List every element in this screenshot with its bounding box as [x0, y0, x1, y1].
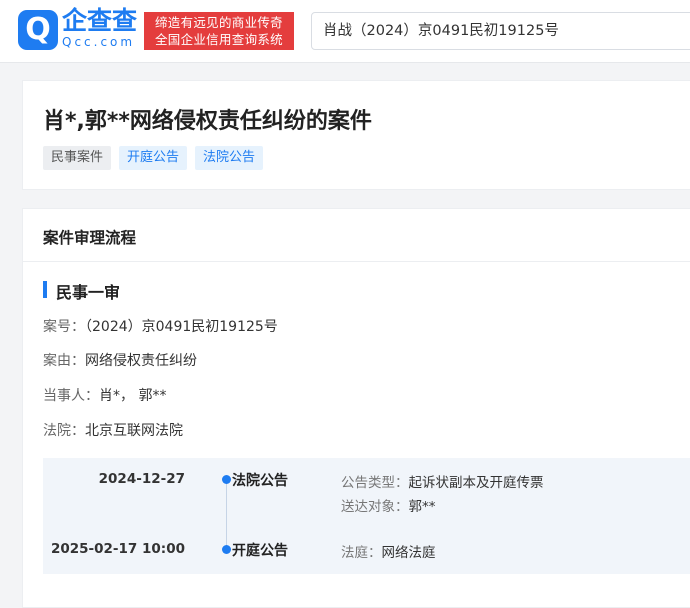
- recipient-label: 送达对象：: [341, 499, 409, 515]
- stage-accent-bar: [43, 281, 47, 298]
- timeline-detail-2: 送达对象：郭**: [341, 495, 436, 515]
- timeline-detail-1: 公告类型：起诉状副本及开庭传票: [341, 471, 544, 491]
- timeline: 2024-12-27 法院公告 公告类型：起诉状副本及开庭传票 送达对象：郭**…: [43, 458, 690, 574]
- top-header: Q 企查查 Qcc.com 缔造有远见的商业传奇 全国企业信用查询系统 肖战（2…: [0, 0, 690, 63]
- timeline-dot-icon: [222, 545, 231, 554]
- tag-civil-case[interactable]: 民事案件: [43, 146, 112, 170]
- court-row: 法院：北京互联网法院: [43, 420, 183, 440]
- notice-type-label: 公告类型：: [341, 475, 409, 491]
- case-cause-row: 案由：网络侵权责任纠纷: [43, 350, 197, 370]
- stage-title: 民事一审: [56, 283, 121, 302]
- recipient-value: 郭**: [408, 499, 436, 515]
- case-tags: 民事案件 开庭公告 法院公告: [43, 146, 264, 170]
- court-value[interactable]: 北京互联网法院: [85, 423, 183, 439]
- tag-hearing-notice[interactable]: 开庭公告: [119, 146, 188, 170]
- qcc-logo-icon[interactable]: Q: [18, 10, 58, 50]
- timeline-date: 2025-02-17 10:00: [50, 541, 185, 557]
- case-cause-label: 案由：: [43, 353, 85, 369]
- courtroom-value: 网络法庭: [381, 545, 436, 561]
- court-label: 法院：: [43, 423, 85, 439]
- slogan-line-2: 全国企业信用查询系统: [154, 32, 283, 47]
- timeline-connector: [226, 479, 227, 547]
- slogan-banner: 缔造有远见的商业传奇 全国企业信用查询系统: [144, 12, 294, 50]
- case-process-card: 案件审理流程 民事一审 案号：（2024）京0491民初19125号 案由：网络…: [22, 208, 690, 608]
- parties-value[interactable]: 肖*， 郭**: [99, 388, 166, 404]
- timeline-type: 法院公告: [232, 473, 288, 489]
- case-number-row: 案号：（2024）京0491民初19125号: [43, 316, 278, 336]
- logo-domain: Qcc.com: [62, 35, 136, 49]
- section-divider: [23, 261, 690, 262]
- case-number-value: （2024）京0491民初19125号: [85, 319, 278, 335]
- search-input[interactable]: 肖战（2024）京0491民初19125号: [311, 12, 690, 50]
- case-number-label: 案号：: [43, 319, 85, 335]
- timeline-date: 2024-12-27: [98, 471, 185, 487]
- section-title: 案件审理流程: [43, 229, 137, 247]
- courtroom-label: 法庭：: [341, 545, 382, 561]
- parties-label: 当事人：: [43, 388, 99, 404]
- case-title: 肖*,郭**网络侵权责任纠纷的案件: [43, 109, 372, 134]
- slogan-line-1: 缔造有远见的商业传奇: [154, 15, 283, 30]
- timeline-detail-1: 法庭：网络法庭: [341, 541, 436, 561]
- tag-court-notice[interactable]: 法院公告: [195, 146, 264, 170]
- parties-row: 当事人：肖*， 郭**: [43, 385, 166, 405]
- timeline-type: 开庭公告: [232, 543, 288, 559]
- logo-chinese-name: 企查查: [62, 6, 138, 35]
- case-header-card: 肖*,郭**网络侵权责任纠纷的案件 民事案件 开庭公告 法院公告: [22, 80, 690, 190]
- timeline-dot-icon: [222, 475, 231, 484]
- notice-type-value: 起诉状副本及开庭传票: [408, 475, 544, 491]
- case-cause-value[interactable]: 网络侵权责任纠纷: [85, 353, 197, 369]
- site-logo[interactable]: 企查查 Qcc.com: [62, 6, 142, 50]
